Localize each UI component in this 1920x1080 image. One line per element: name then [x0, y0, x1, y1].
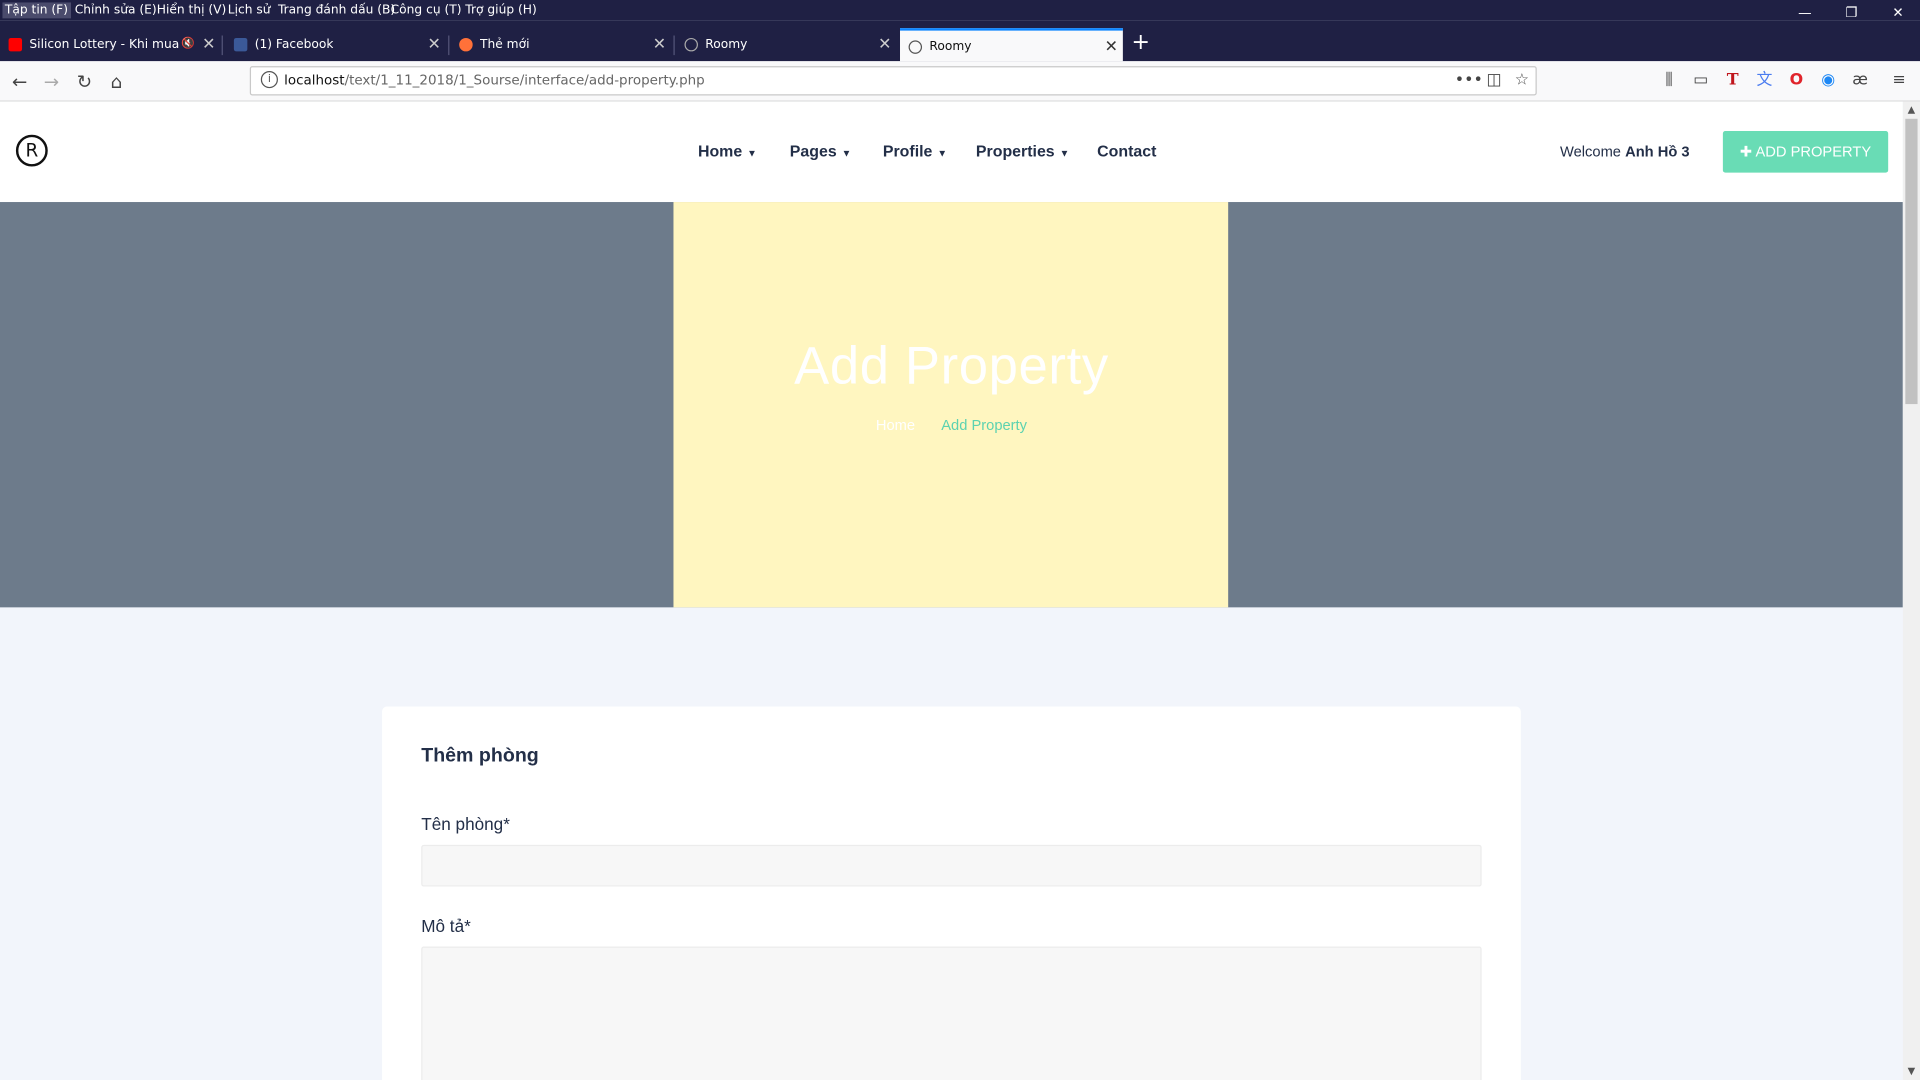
breadcrumb-current: Add Property — [941, 416, 1027, 434]
roomy-logo[interactable]: R — [15, 134, 48, 167]
nav-pages[interactable]: Pages ▼ — [790, 142, 852, 160]
add-property-button[interactable]: ✚ ADD PROPERTY — [1722, 131, 1889, 173]
room-name-input[interactable] — [421, 844, 1482, 887]
tab-close-icon[interactable]: ✕ — [1105, 31, 1118, 64]
navigation-toolbar: ← → ↻ ⌂ i localhost/text/1_11_2018/1_Sou… — [0, 61, 1920, 102]
tab-facebook[interactable]: (1) Facebook ✕ — [225, 28, 445, 61]
url-bar[interactable]: i localhost/text/1_11_2018/1_Sourse/inte… — [249, 66, 1537, 96]
menu-history[interactable]: Lịch sử — [225, 2, 273, 18]
scroll-down-icon[interactable]: ▼ — [1903, 1063, 1920, 1080]
page-title: Add Property — [794, 336, 1109, 396]
speaker-muted-icon[interactable]: 🔇 — [181, 28, 195, 61]
nav-properties-label: Properties — [975, 142, 1055, 161]
webpage: R Home ▼ Pages ▼ Profile ▼ Properties ▼ Cont… — [0, 101, 1903, 1080]
chevron-down-icon: ▼ — [937, 148, 948, 160]
nav-properties[interactable]: Properties ▼ — [976, 142, 1069, 160]
ae-extension-icon[interactable]: æ — [1849, 71, 1871, 91]
nav-contact-label: Contact — [1097, 142, 1157, 161]
description-textarea[interactable] — [421, 946, 1482, 1080]
back-icon[interactable]: ← — [5, 67, 34, 96]
nav-profile-label: Profile — [882, 142, 933, 161]
nav-pages-label: Pages — [789, 142, 837, 161]
plus-icon: ✚ — [1739, 143, 1753, 161]
tab-new[interactable]: Thẻ mới ✕ — [451, 28, 671, 61]
facebook-icon — [233, 37, 248, 52]
form-title: Thêm phòng — [421, 745, 539, 767]
description-label: Mô tả* — [421, 915, 471, 936]
menu-file[interactable]: Tập tin (F) — [2, 2, 71, 19]
library-icon[interactable]: ⫼ — [1658, 71, 1680, 91]
site-header: R Home ▼ Pages ▼ Profile ▼ Properties ▼ Cont… — [0, 101, 1903, 203]
chevron-down-icon: ▼ — [841, 148, 852, 160]
extension-t-icon[interactable]: T — [1722, 71, 1744, 91]
tab-roomy-active[interactable]: Roomy ✕ — [900, 28, 1123, 64]
nav-home[interactable]: Home ▼ — [698, 142, 757, 160]
tab-youtube[interactable]: Silicon Lottery - Khi mua m 🔇 ✕ — [0, 28, 220, 61]
tab-roomy[interactable]: Roomy ✕ — [676, 28, 896, 61]
nav-contact[interactable]: Contact — [1097, 142, 1156, 160]
tab-separator — [673, 35, 675, 56]
menu-view[interactable]: Hiển thị (V) — [154, 2, 228, 18]
tab-separator — [448, 35, 450, 56]
chevron-down-icon: ▼ — [1059, 148, 1070, 160]
breadcrumb: Home Add Property — [0, 416, 1903, 433]
tab-bar: Silicon Lottery - Khi mua m 🔇 ✕ (1) Face… — [0, 20, 1920, 64]
menu-help[interactable]: Trợ giúp (H) — [463, 2, 539, 18]
tab-label: Roomy — [929, 40, 972, 54]
scrollbar-thumb[interactable] — [1905, 118, 1918, 405]
tab-label: Thẻ mới — [480, 37, 530, 52]
room-name-label: Tên phòng* — [421, 814, 510, 834]
welcome-prefix: Welcome — [1560, 143, 1621, 161]
url-path: /text/1_11_2018/1_Sourse/interface/add-p… — [344, 72, 705, 89]
roomy-icon — [908, 40, 923, 54]
reload-icon[interactable]: ↻ — [70, 67, 99, 96]
opera-icon[interactable]: O — [1785, 71, 1807, 91]
scroll-up-icon[interactable]: ▲ — [1903, 102, 1920, 119]
hamburger-menu-icon[interactable]: ≡ — [1888, 71, 1910, 91]
youtube-icon — [8, 37, 23, 52]
add-room-form: Thêm phòng Tên phòng* Mô tả* — [382, 706, 1521, 1080]
welcome-username[interactable]: Anh Hồ 3 — [1625, 143, 1689, 160]
breadcrumb-home[interactable]: Home — [876, 416, 915, 433]
url-host: localhost — [284, 72, 345, 89]
bookmark-star-icon[interactable]: ☆ — [1515, 67, 1529, 94]
roomy-icon — [684, 37, 698, 52]
welcome-text: Welcome Anh Hồ 3 — [1560, 143, 1690, 160]
translate-icon[interactable]: 文 — [1753, 71, 1775, 91]
tab-close-icon[interactable]: ✕ — [878, 28, 891, 61]
menu-bar: Tập tin (F) Chỉnh sửa (E) Hiển thị (V) L… — [0, 0, 1920, 21]
forward-icon[interactable]: → — [37, 67, 66, 96]
tab-close-icon[interactable]: ✕ — [653, 28, 666, 61]
menu-tools[interactable]: Công cụ (T) — [388, 2, 464, 18]
browser-window: Tập tin (F) Chỉnh sửa (E) Hiển thị (V) L… — [0, 0, 1920, 1080]
url-text[interactable]: localhost/text/1_11_2018/1_Sourse/interf… — [284, 67, 705, 94]
tab-label: (1) Facebook — [254, 37, 334, 52]
chevron-down-icon: ▼ — [747, 148, 757, 160]
pocket-icon[interactable]: ◫ — [1487, 67, 1502, 94]
tab-close-icon[interactable]: ✕ — [427, 28, 440, 61]
nav-profile[interactable]: Profile ▼ — [883, 142, 947, 160]
new-tab-button[interactable]: + — [1131, 28, 1149, 57]
firefox-icon — [459, 37, 473, 52]
messenger-icon[interactable]: ◉ — [1817, 71, 1839, 91]
menu-edit[interactable]: Chỉnh sửa (E) — [72, 2, 159, 18]
menu-bookmarks[interactable]: Trang đánh dấu (B) — [276, 2, 398, 18]
tab-close-icon[interactable]: ✕ — [202, 28, 215, 61]
page-actions-icon[interactable]: ••• — [1455, 67, 1483, 94]
home-icon[interactable]: ⌂ — [102, 67, 131, 96]
page-scrollbar[interactable]: ▲ ▼ — [1902, 101, 1920, 1080]
hero-image — [673, 202, 1229, 608]
info-icon[interactable]: i — [260, 71, 278, 89]
sidebar-icon[interactable]: ▭ — [1690, 71, 1712, 91]
hero-banner: Add Property Home Add Property — [0, 202, 1903, 608]
tab-separator — [221, 35, 223, 56]
tab-label: Silicon Lottery - Khi mua m — [29, 37, 183, 52]
add-property-label: ADD PROPERTY — [1755, 143, 1872, 161]
tab-label: Roomy — [705, 37, 748, 52]
nav-home-label: Home — [697, 142, 743, 161]
